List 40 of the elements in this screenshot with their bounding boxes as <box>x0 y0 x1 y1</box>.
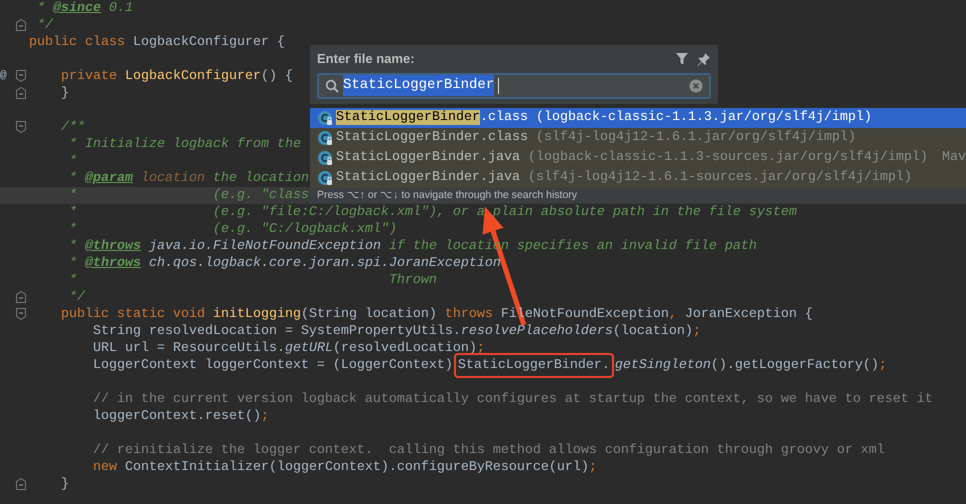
code-line: // in the current version logback automatically configures at startup the context, so we have to reset it <box>92 391 933 408</box>
gutter-mark: @ <box>0 69 7 84</box>
code-line: private LogbackConfigurer() { <box>60 68 293 85</box>
code-line: * Initialize logback from the <box>68 136 301 153</box>
code-line: LoggerContext loggerContext = (LoggerContext) <box>92 358 453 373</box>
code-line: * (e.g. "file:C:/logback.xml"), or a plain absolute path in the file system <box>68 204 797 221</box>
clear-icon[interactable] <box>689 78 703 92</box>
code-line: String resolvedLocation = SystemPropertyUtils.resolvePlaceholders(location); <box>92 323 701 340</box>
code-line: getSingleton().getLoggerFactory(); <box>614 358 887 373</box>
popup-hint: Press ⌥↑ or ⌥↓ to navigate through the search history <box>310 188 966 202</box>
code-line: */ <box>68 289 85 306</box>
class-icon <box>317 150 333 166</box>
highlighted-code: StaticLoggerBinder. <box>454 353 614 378</box>
code-line: } <box>60 85 69 102</box>
code-line: * @throws ch.qos.logback.core.joran.spi.JoranException <box>68 255 501 272</box>
code-line: * (e.g. "C:/logback.xml") <box>68 221 397 238</box>
code-line: // reinitialize the logger context. calling this method allows configuration through groovy or xml <box>92 442 885 459</box>
code-line: * Thrown <box>68 272 437 289</box>
search-icon <box>325 78 339 92</box>
code-line: * <box>68 153 77 170</box>
class-icon <box>317 170 333 186</box>
code-line: * @param location the location <box>68 170 309 187</box>
pin-icon <box>697 52 711 66</box>
result-item[interactable]: StaticLoggerBinder.class (slf4j-log4j12-1.6.1.jar/org/slf4j/impl) <box>310 128 966 148</box>
code-line: */ <box>36 17 53 34</box>
code-line: loggerContext.reset(); <box>92 408 269 425</box>
result-item[interactable]: StaticLoggerBinder.java (logback-classic-1.1.3-sources.jar/org/slf4j/impl) Mav <box>310 148 966 168</box>
code-line: new ContextInitializer(loggerContext).configureByResource(url); <box>92 459 597 476</box>
code-line: /** <box>60 119 85 136</box>
result-item[interactable]: StaticLoggerBinder.java (slf4j-log4j12-1.6.1-sources.jar/org/slf4j/impl) <box>310 168 966 188</box>
code-line: * (e.g. "class <box>68 187 309 204</box>
result-item[interactable]: StaticLoggerBinder.class (logback-classic-1.1.3.jar/org/slf4j/impl) <box>310 108 966 128</box>
code-line: * @since 0.1 <box>36 0 133 17</box>
popup-title: Enter file name: <box>317 50 415 68</box>
search-field[interactable]: StaticLoggerBinder <box>317 72 711 98</box>
filter-icon <box>675 52 689 66</box>
class-icon <box>317 130 333 146</box>
code-line: } <box>60 476 69 493</box>
code-line: public class LogbackConfigurer { <box>29 34 285 51</box>
class-icon <box>317 110 333 126</box>
